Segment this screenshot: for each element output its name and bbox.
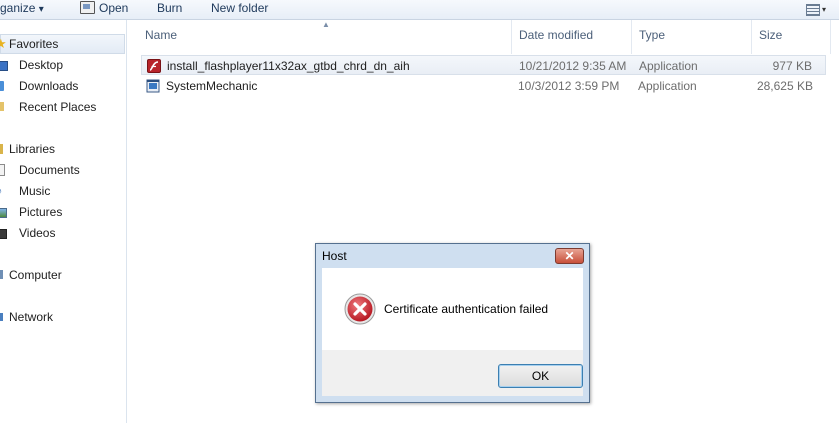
file-date: 10/3/2012 3:59 PM: [518, 79, 620, 93]
chevron-down-icon: ▾: [822, 5, 827, 15]
dialog-footer: OK: [322, 350, 583, 396]
file-name: SystemMechanic: [166, 79, 258, 93]
open-button[interactable]: Open: [80, 0, 128, 17]
column-header-bar: ▲ Name Date modified Type Size: [127, 20, 839, 54]
nav-favorites-label: Favorites: [9, 37, 59, 51]
column-header-name[interactable]: Name: [145, 28, 177, 42]
burn-label: Burn: [157, 1, 183, 15]
column-size-label: Size: [759, 28, 783, 42]
application-icon: [146, 79, 160, 93]
column-header-size[interactable]: Size: [759, 28, 782, 42]
nav-downloads-label: Downloads: [19, 79, 79, 93]
column-divider[interactable]: [631, 20, 632, 54]
file-name: install_flashplayer11x32ax_gtbd_chrd_dn_…: [167, 59, 410, 73]
nav-pictures-label: Pictures: [19, 205, 63, 219]
nav-computer-label: Computer: [9, 268, 62, 282]
close-button[interactable]: ✕: [555, 248, 584, 264]
file-size: 28,625 KB: [756, 79, 813, 93]
organize-button[interactable]: ganize ▾: [0, 0, 44, 17]
details-view-icon: [806, 3, 820, 16]
burn-button[interactable]: Burn: [157, 0, 182, 17]
downloads-icon: [0, 81, 4, 91]
nav-recent-places-label: Recent Places: [19, 100, 97, 114]
file-date: 10/21/2012 9:35 AM: [519, 59, 627, 73]
file-size: 977 KB: [772, 59, 812, 73]
computer-icon: [0, 270, 3, 279]
navigation-pane: ★ Favorites Desktop Downloads Recent Pla…: [0, 20, 127, 423]
column-header-type[interactable]: Type: [639, 28, 665, 42]
new-folder-label: New folder: [211, 1, 269, 15]
documents-icon: [0, 164, 5, 176]
nav-libraries-label: Libraries: [9, 142, 56, 156]
flash-installer-icon: [147, 59, 161, 73]
desktop-icon: [0, 61, 8, 71]
videos-icon: [0, 229, 7, 239]
nav-videos-label: Videos: [19, 226, 56, 240]
host-error-dialog: Host ✕ Certificate authentication failed…: [315, 243, 590, 403]
file-type: Application: [639, 59, 698, 73]
error-icon: [344, 293, 376, 325]
open-icon: [80, 1, 95, 14]
change-view-button[interactable]: ▾: [806, 1, 826, 18]
column-divider[interactable]: [511, 20, 512, 54]
column-type-label: Type: [639, 28, 666, 42]
file-row[interactable]: SystemMechanic 10/3/2012 3:59 PM Applica…: [141, 76, 826, 96]
column-name-label: Name: [145, 28, 178, 42]
file-type: Application: [638, 79, 697, 93]
file-row[interactable]: install_flashplayer11x32ax_gtbd_chrd_dn_…: [141, 55, 826, 75]
dialog-body: Certificate authentication failed: [322, 268, 583, 350]
nav-music-label: Music: [19, 184, 51, 198]
column-divider[interactable]: [751, 20, 752, 54]
dialog-message: Certificate authentication failed: [384, 302, 549, 316]
dialog-title: Host: [322, 249, 347, 263]
star-icon: ★: [0, 36, 7, 51]
close-icon: ✕: [564, 249, 575, 263]
organize-label: ganize: [0, 1, 36, 15]
command-bar: ganize ▾ Open Burn New folder ▾: [0, 0, 839, 20]
column-divider[interactable]: [830, 20, 831, 54]
new-folder-button[interactable]: New folder: [211, 0, 268, 17]
open-label: Open: [99, 1, 129, 15]
ok-button[interactable]: OK: [498, 364, 583, 388]
recent-places-icon: [0, 102, 4, 111]
nav-desktop-label: Desktop: [19, 58, 64, 72]
column-date-label: Date modified: [519, 28, 594, 42]
libraries-icon: [0, 144, 3, 154]
ok-button-label: OK: [531, 369, 550, 383]
sort-ascending-icon: ▲: [322, 20, 330, 29]
nav-documents-label: Documents: [19, 163, 80, 177]
network-icon: [0, 313, 3, 321]
pictures-icon: [0, 208, 7, 218]
column-header-date-modified[interactable]: Date modified: [519, 28, 593, 42]
chevron-down-icon: ▾: [38, 4, 44, 15]
music-note-icon: ♪: [0, 181, 8, 198]
nav-network-label: Network: [9, 310, 54, 324]
